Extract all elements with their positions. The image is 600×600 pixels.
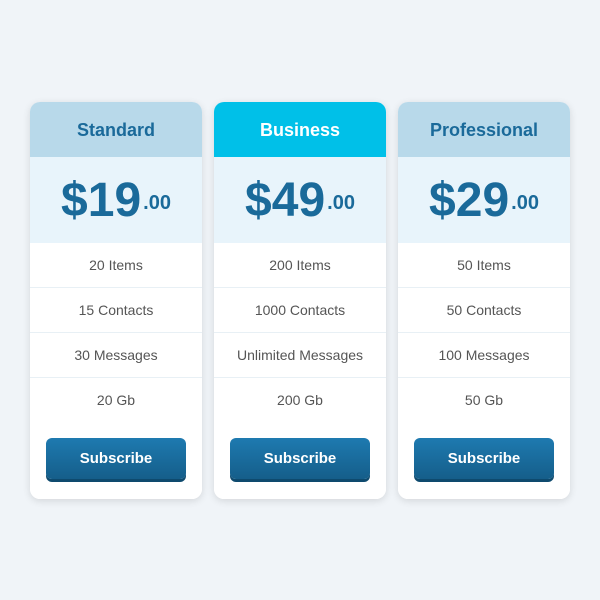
plan-footer-standard: Subscribe xyxy=(30,422,202,499)
plan-card-professional: Professional$29.0050 Items50 Contacts100… xyxy=(398,102,570,499)
plan-price-standard: $19.00 xyxy=(30,157,202,243)
feature-row: 1000 Contacts xyxy=(214,288,386,333)
subscribe-button-professional[interactable]: Subscribe xyxy=(414,438,554,479)
plan-footer-business: Subscribe xyxy=(214,422,386,499)
plan-header-professional: Professional xyxy=(398,102,570,157)
plan-header-business: Business xyxy=(214,102,386,157)
plan-card-standard: Standard$19.0020 Items15 Contacts30 Mess… xyxy=(30,102,202,499)
pricing-container: Standard$19.0020 Items15 Contacts30 Mess… xyxy=(10,82,590,519)
price-main: $29 xyxy=(429,174,509,227)
plan-footer-professional: Subscribe xyxy=(398,422,570,499)
feature-row: 20 Items xyxy=(30,243,202,288)
feature-row: Unlimited Messages xyxy=(214,333,386,378)
feature-row: 100 Messages xyxy=(398,333,570,378)
subscribe-button-business[interactable]: Subscribe xyxy=(230,438,370,479)
feature-row: 50 Gb xyxy=(398,378,570,422)
subscribe-button-standard[interactable]: Subscribe xyxy=(46,438,186,479)
price-cents: .00 xyxy=(327,192,355,214)
plan-price-business: $49.00 xyxy=(214,157,386,243)
price-main: $49 xyxy=(245,174,325,227)
feature-row: 200 Items xyxy=(214,243,386,288)
feature-row: 20 Gb xyxy=(30,378,202,422)
plan-header-standard: Standard xyxy=(30,102,202,157)
plan-features-business: 200 Items1000 ContactsUnlimited Messages… xyxy=(214,243,386,422)
price-cents: .00 xyxy=(143,192,171,214)
price-cents: .00 xyxy=(511,192,539,214)
plan-features-professional: 50 Items50 Contacts100 Messages50 Gb xyxy=(398,243,570,422)
feature-row: 50 Items xyxy=(398,243,570,288)
plan-features-standard: 20 Items15 Contacts30 Messages20 Gb xyxy=(30,243,202,422)
feature-row: 15 Contacts xyxy=(30,288,202,333)
plan-card-business: Business$49.00200 Items1000 ContactsUnli… xyxy=(214,102,386,499)
price-main: $19 xyxy=(61,174,141,227)
feature-row: 30 Messages xyxy=(30,333,202,378)
feature-row: 50 Contacts xyxy=(398,288,570,333)
feature-row: 200 Gb xyxy=(214,378,386,422)
plan-price-professional: $29.00 xyxy=(398,157,570,243)
